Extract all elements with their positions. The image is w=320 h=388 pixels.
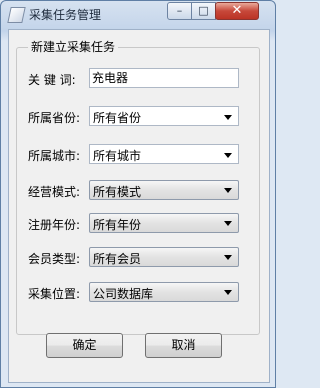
maximize-button[interactable]: □ (191, 2, 216, 20)
location-value: 公司数据库 (93, 287, 154, 301)
city-label: 所属城市: (28, 149, 81, 163)
dropdown-arrow-icon (224, 255, 232, 260)
keyword-label: 关 键 词: (28, 73, 76, 87)
reg-year-select[interactable]: 所有年份 (89, 213, 239, 233)
cancel-button[interactable]: 取消 (145, 333, 222, 358)
group-title: 新建立采集任务 (28, 38, 119, 55)
dropdown-arrow-icon (224, 221, 232, 226)
dialog-window: 采集任务管理 – □ ✕ 新建立采集任务 关 键 词: 充电器 所属省份: 所有… (0, 0, 276, 388)
city-select[interactable]: 所有城市 (89, 144, 239, 164)
reg-year-value: 所有年份 (93, 218, 142, 232)
business-mode-label: 经营模式: (28, 185, 81, 199)
ok-button[interactable]: 确定 (46, 333, 123, 358)
business-mode-value: 所有模式 (93, 185, 142, 199)
dropdown-arrow-icon (224, 153, 232, 158)
member-type-label: 会员类型: (28, 252, 81, 266)
close-icon: ✕ (231, 3, 243, 18)
minimize-icon: – (176, 4, 183, 17)
location-select[interactable]: 公司数据库 (89, 282, 239, 302)
dropdown-arrow-icon (224, 188, 232, 193)
business-mode-select[interactable]: 所有模式 (89, 180, 239, 200)
close-button[interactable]: ✕ (215, 2, 259, 20)
city-value: 所有城市 (93, 149, 142, 163)
dialog-body: 新建立采集任务 关 键 词: 充电器 所属省份: 所有省份 所属城市: 所有城市… (8, 29, 270, 383)
dropdown-arrow-icon (224, 115, 232, 120)
reg-year-label: 注册年份: (28, 218, 81, 232)
keyword-input[interactable]: 充电器 (89, 68, 239, 88)
location-label: 采集位置: (28, 287, 81, 301)
province-value: 所有省份 (93, 111, 142, 125)
province-select[interactable]: 所有省份 (89, 106, 239, 126)
member-type-value: 所有会员 (93, 252, 142, 266)
dropdown-arrow-icon (224, 290, 232, 295)
window-title: 采集任务管理 (29, 8, 102, 22)
member-type-select[interactable]: 所有会员 (89, 247, 239, 267)
province-label: 所属省份: (28, 111, 81, 125)
minimize-button[interactable]: – (167, 2, 192, 20)
maximize-icon: □ (198, 4, 209, 17)
app-icon (7, 7, 26, 23)
title-bar[interactable]: 采集任务管理 – □ ✕ (1, 1, 275, 28)
